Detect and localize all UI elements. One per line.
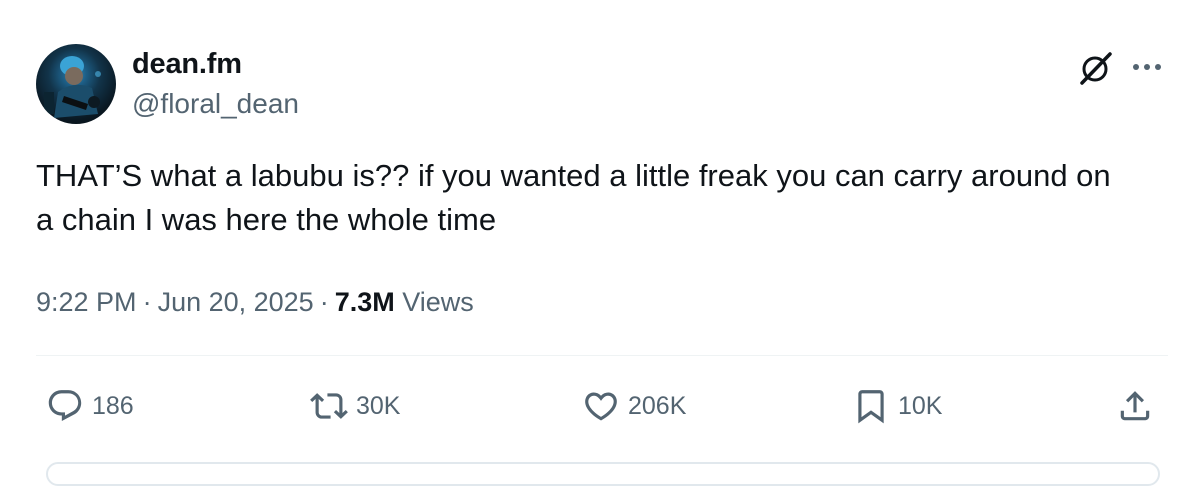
views-count: 7.3M	[334, 287, 395, 317]
handle[interactable]: @floral_dean	[132, 84, 299, 124]
reply-icon	[48, 390, 82, 422]
views-label: Views	[402, 287, 474, 317]
avatar[interactable]	[36, 44, 116, 124]
like-button[interactable]: 206K	[582, 384, 686, 428]
reply-count: 186	[92, 392, 134, 420]
tweet-card: dean.fm @floral_dean THAT’S what a labub…	[0, 0, 1196, 486]
tweet-text: THAT’S what a labubu is?? if you wanted …	[36, 158, 1111, 237]
share-icon	[1120, 391, 1150, 421]
grok-icon[interactable]	[1078, 50, 1114, 86]
bookmark-count: 10K	[898, 392, 943, 420]
heart-icon	[585, 392, 617, 421]
meta-separator: ·	[142, 287, 152, 317]
repost-button[interactable]: 30K	[310, 384, 400, 428]
share-button[interactable]	[1116, 384, 1154, 428]
like-count: 206K	[628, 392, 687, 420]
tweet-time[interactable]: 9:22 PM	[36, 287, 137, 317]
repost-icon	[310, 393, 348, 419]
reply-button[interactable]: 186	[46, 384, 134, 428]
repost-count: 30K	[356, 392, 401, 420]
display-name[interactable]: dean.fm	[132, 44, 242, 84]
tweet-date[interactable]: Jun 20, 2025	[158, 287, 314, 317]
divider	[36, 355, 1168, 356]
avatar-photo	[44, 56, 101, 118]
reply-box-edge[interactable]	[46, 462, 1160, 486]
meta-separator: ·	[319, 287, 329, 317]
tweet-meta: 9:22 PM · Jun 20, 2025 · 7.3M Views	[36, 280, 474, 324]
bookmark-button[interactable]: 10K	[852, 384, 942, 428]
more-icon[interactable]	[1130, 52, 1164, 82]
bookmark-icon	[858, 390, 884, 424]
